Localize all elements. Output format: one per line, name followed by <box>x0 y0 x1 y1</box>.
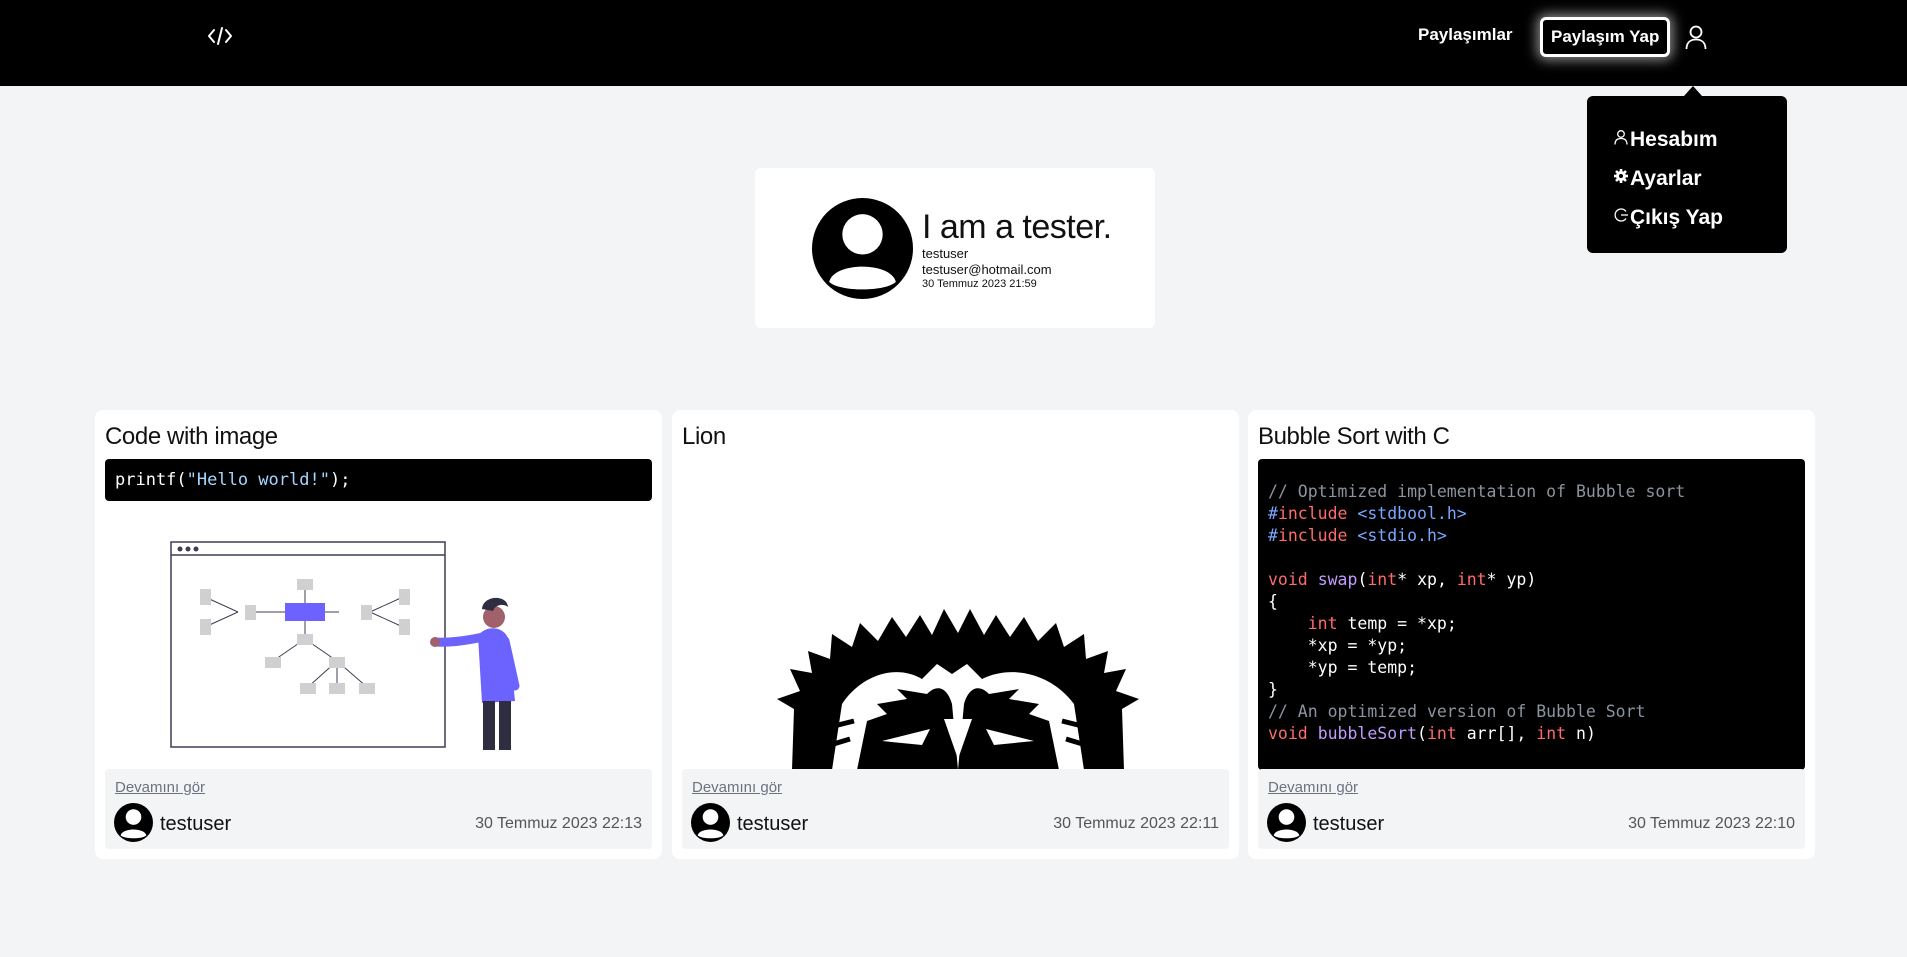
profile-card: I am a tester. testuser testuser@hotmail… <box>755 168 1155 328</box>
post-author[interactable]: testuser <box>737 813 808 836</box>
post-title[interactable]: Bubble Sort with C <box>1258 423 1450 451</box>
avatar <box>812 198 913 299</box>
post-date: 30 Temmuz 2023 22:13 <box>475 815 642 832</box>
post-card[interactable]: Code with image printf("Hello world!"); <box>95 410 662 859</box>
menu-item-label: Hesabım <box>1630 127 1718 151</box>
diagram-illustration <box>170 541 520 750</box>
post-date: 30 Temmuz 2023 22:10 <box>1628 815 1795 832</box>
see-more-link[interactable]: Devamını gör <box>692 779 782 796</box>
user-icon[interactable] <box>1684 24 1708 50</box>
code-line: int temp = *xp; <box>1307 614 1457 633</box>
lion-image <box>777 609 1139 770</box>
post-date: 30 Temmuz 2023 22:11 <box>1053 815 1219 832</box>
menu-item-account[interactable]: Hesabım <box>1613 120 1787 159</box>
avatar[interactable] <box>691 803 730 842</box>
profile-date: 30 Temmuz 2023 21:59 <box>922 278 1037 290</box>
menu-item-settings[interactable]: Ayarlar <box>1613 159 1787 198</box>
post-image <box>682 459 1229 770</box>
post-footer: Devamını gör testuser 30 Temmuz 2023 22:… <box>682 769 1229 849</box>
code-line: // Optimized implementation of Bubble so… <box>1268 482 1686 501</box>
menu-item-logout[interactable]: Çıkış Yap <box>1613 198 1787 237</box>
post-title[interactable]: Lion <box>682 423 726 451</box>
code-line: #include <stdbool.h> <box>1268 504 1467 523</box>
profile-username: testuser <box>922 246 969 261</box>
code-text: printf("Hello world!"); <box>115 470 351 490</box>
share-button[interactable]: Paylaşım Yap <box>1540 17 1671 57</box>
post-author[interactable]: testuser <box>1313 813 1384 836</box>
profile-email: testuser@hotmail.com <box>922 262 1052 277</box>
nav-link-posts[interactable]: Paylaşımlar <box>1418 25 1513 45</box>
code-line: void bubbleSort(int arr[], int n) <box>1268 724 1596 743</box>
post-footer: Devamını gör testuser 30 Temmuz 2023 22:… <box>105 769 652 849</box>
post-author[interactable]: testuser <box>160 813 231 836</box>
menu-item-label: Ayarlar <box>1630 166 1702 190</box>
code-line: #include <stdio.h> <box>1268 526 1447 545</box>
code-line: { <box>1268 592 1278 611</box>
gear-icon <box>1614 168 1628 183</box>
code-block: // Optimized implementation of Bubble so… <box>1258 459 1805 770</box>
code-icon[interactable] <box>206 22 234 50</box>
code-line: void swap(int* xp, int* yp) <box>1268 570 1537 589</box>
avatar[interactable] <box>114 803 153 842</box>
code-line: *xp = *yp; <box>1268 636 1408 655</box>
profile-title: I am a tester. <box>922 208 1112 246</box>
user-icon <box>1614 129 1628 145</box>
post-title[interactable]: Code with image <box>105 423 278 451</box>
navbar: Paylaşımlar Paylaşım Yap <box>0 0 1907 86</box>
post-card[interactable]: Bubble Sort with C // Optimized implemen… <box>1248 410 1815 859</box>
see-more-link[interactable]: Devamını gör <box>115 779 205 796</box>
logout-icon <box>1614 207 1628 222</box>
menu-item-label: Çıkış Yap <box>1630 205 1724 229</box>
avatar[interactable] <box>1267 803 1306 842</box>
code-block: printf("Hello world!"); <box>105 459 652 501</box>
see-more-link[interactable]: Devamını gör <box>1268 779 1358 796</box>
post-footer: Devamını gör testuser 30 Temmuz 2023 22:… <box>1258 769 1805 849</box>
code-line: // An optimized version of Bubble Sort <box>1268 702 1646 721</box>
code-line: *yp = temp; <box>1268 658 1418 677</box>
post-card[interactable]: Lion Devamını gör testuser 30 Temmuz 202… <box>672 410 1239 859</box>
user-dropdown-menu: Hesabım Ayarlar Çıkış Yap <box>1587 86 1787 253</box>
code-line: } <box>1268 680 1278 699</box>
